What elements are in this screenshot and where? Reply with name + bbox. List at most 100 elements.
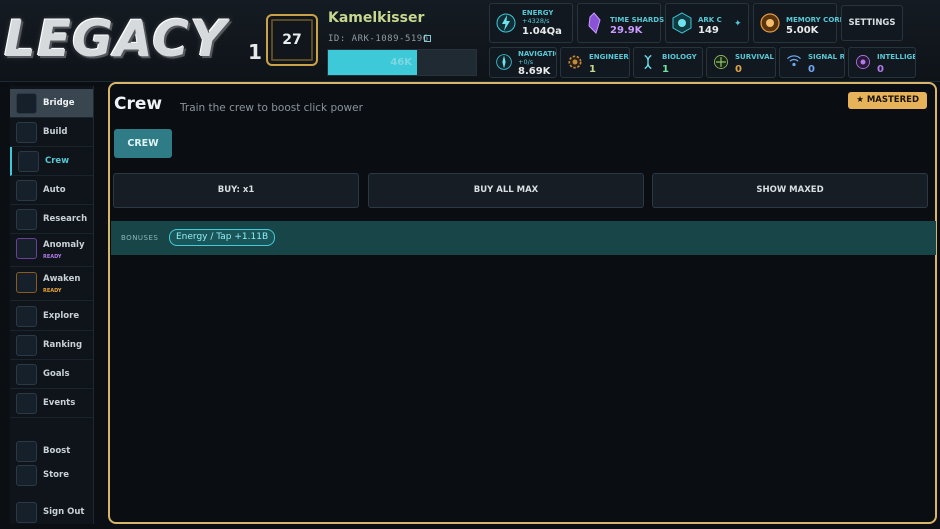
signal-label: SIGNAL REI: [808, 53, 844, 61]
awaken-icon: [16, 272, 37, 293]
energy-stat[interactable]: ENERGY +4328/s 1.04Qa: [489, 3, 573, 43]
biology-value: 1: [662, 64, 669, 75]
crystal-icon: [588, 12, 601, 34]
sidebar-item-auto[interactable]: Auto: [10, 176, 93, 205]
signal-value: 0: [808, 64, 815, 75]
sidebar-item-label: Boost: [43, 446, 71, 456]
energy-rate: +4328/s: [522, 17, 550, 25]
crew-panel: Crew Train the crew to boost click power…: [108, 82, 937, 524]
game-logo: LEGACY 1: [4, 6, 262, 72]
bonus-chip: Energy / Tap +1.11B: [169, 229, 276, 246]
sidebar-item-label: Goals: [43, 369, 70, 379]
logo-text: LEGACY: [4, 10, 228, 68]
page-title: Crew: [114, 94, 163, 114]
buy-all-max-button[interactable]: BUY ALL MAX: [368, 173, 644, 208]
gear-icon: [568, 55, 582, 69]
dna-icon: [644, 54, 652, 70]
ark-core-icon: [672, 12, 692, 34]
player-id: ID: ARK-1089-5196: [328, 34, 429, 44]
engineering-label: ENGINEERII: [589, 53, 629, 61]
mastered-badge: ★ MASTERED: [848, 92, 927, 109]
sidebar-item-explore[interactable]: Explore: [10, 302, 93, 331]
signal-icon: [787, 55, 801, 67]
intelligence-value: 0: [877, 64, 884, 75]
sidebar-item-goals[interactable]: Goals: [10, 360, 93, 389]
sidebar-item-awaken[interactable]: Awaken READY: [10, 268, 93, 301]
top-header: LEGACY 1 27 Kamelkisser ID: ARK-1089-519…: [0, 0, 940, 82]
sidebar-item-store[interactable]: Store: [10, 461, 93, 490]
ready-badge: READY: [43, 288, 62, 294]
energy-icon: [496, 13, 516, 33]
navigation-rate: +0/s: [518, 58, 534, 66]
intelligence-label: INTELLIGEI: [877, 53, 915, 61]
crew-icon: [18, 151, 39, 172]
sidebar-item-label: Anomaly: [43, 240, 85, 250]
ready-badge: READY: [43, 254, 62, 260]
sidebar-item-ranking[interactable]: Ranking: [10, 331, 93, 360]
sidebar-item-research[interactable]: Research: [10, 205, 93, 234]
ark-core-label: ARK COI: [698, 16, 722, 24]
sidebar-item-label: Awaken: [43, 274, 81, 284]
time-shards-label: TIME SHARDS: [610, 16, 665, 24]
memory-core-icon: [760, 13, 780, 33]
sidebar-item-label: Research: [43, 214, 88, 224]
navigation-stat[interactable]: NAVIGATIO +0/s 8.69K: [489, 47, 557, 78]
bonuses-label: BONUSES: [121, 234, 159, 242]
energy-label: ENERGY: [522, 9, 554, 17]
sidebar-item-label: Build: [43, 127, 68, 137]
sidebar-item-label: Ranking: [43, 340, 83, 350]
survival-stat[interactable]: SURVIVAL 0: [706, 47, 776, 78]
sidebar-item-label: Auto: [43, 185, 66, 195]
explore-icon: [16, 306, 37, 327]
settings-button[interactable]: SETTINGS: [841, 5, 903, 41]
player-name: Kamelkisser: [328, 10, 425, 26]
engineering-value: 1: [589, 64, 596, 75]
ranking-icon: [16, 335, 37, 356]
copy-icon[interactable]: [424, 35, 431, 42]
bridge-icon: [16, 93, 37, 114]
sidebar-item-label: Crew: [45, 156, 70, 166]
bonuses-row: BONUSES Energy / Tap +1.11B: [111, 221, 936, 255]
auto-icon: [16, 180, 37, 201]
events-icon: [16, 393, 37, 414]
show-maxed-button[interactable]: SHOW MAXED: [652, 173, 928, 208]
time-shards-value: 29.9K: [610, 25, 643, 36]
time-shards-stat[interactable]: TIME SHARDS 29.9K: [577, 3, 665, 43]
sidebar-item-label: Events: [43, 398, 76, 408]
navigation-value: 8.69K: [518, 66, 551, 77]
sidebar-item-label: Explore: [43, 311, 80, 321]
crew-tab-button[interactable]: CREW: [114, 129, 172, 158]
memory-core-label: MEMORY CORE: [786, 16, 845, 24]
navigation-label: NAVIGATIO: [518, 50, 556, 58]
ark-core-stat[interactable]: ARK COI 149 ✦: [665, 3, 749, 43]
sidebar-item-bridge[interactable]: Bridge: [10, 89, 93, 118]
page-description: Train the crew to boost click power: [180, 102, 363, 114]
signal-stat[interactable]: SIGNAL REI 0: [779, 47, 845, 78]
sidebar-item-crew[interactable]: Crew: [10, 147, 93, 176]
sidebar-item-label: Store: [43, 470, 69, 480]
sidebar-item-build[interactable]: Build: [10, 118, 93, 147]
boost-icon: [16, 441, 37, 462]
build-icon: [16, 122, 37, 143]
player-level: 27: [282, 32, 302, 48]
anomaly-icon: [16, 238, 37, 259]
survival-icon: [714, 55, 728, 69]
player-level-badge[interactable]: 27: [266, 14, 318, 66]
biology-stat[interactable]: BIOLOGY 1: [633, 47, 703, 78]
memory-core-stat[interactable]: MEMORY CORE 5.00K: [753, 3, 844, 43]
sidebar-item-sign-out[interactable]: Sign Out: [10, 498, 93, 527]
xp-progress-bar: 46K: [327, 49, 477, 76]
store-icon: [16, 465, 37, 486]
intelligence-stat[interactable]: INTELLIGEI 0: [848, 47, 916, 78]
research-icon: [16, 209, 37, 230]
ark-core-value: 149: [698, 25, 719, 36]
sidebar-item-anomaly[interactable]: Anomaly READY: [10, 234, 93, 267]
sidebar-item-events[interactable]: Events: [10, 389, 93, 418]
xp-text: 46K: [390, 57, 412, 68]
survival-label: SURVIVAL: [735, 53, 774, 61]
goals-icon: [16, 364, 37, 385]
buy-amount-button[interactable]: BUY: x1: [113, 173, 359, 208]
sparkle-icon: ✦: [734, 19, 742, 29]
sidebar: Bridge Build Crew Auto Research Anomaly …: [10, 86, 94, 524]
engineering-stat[interactable]: ENGINEERII 1: [560, 47, 630, 78]
